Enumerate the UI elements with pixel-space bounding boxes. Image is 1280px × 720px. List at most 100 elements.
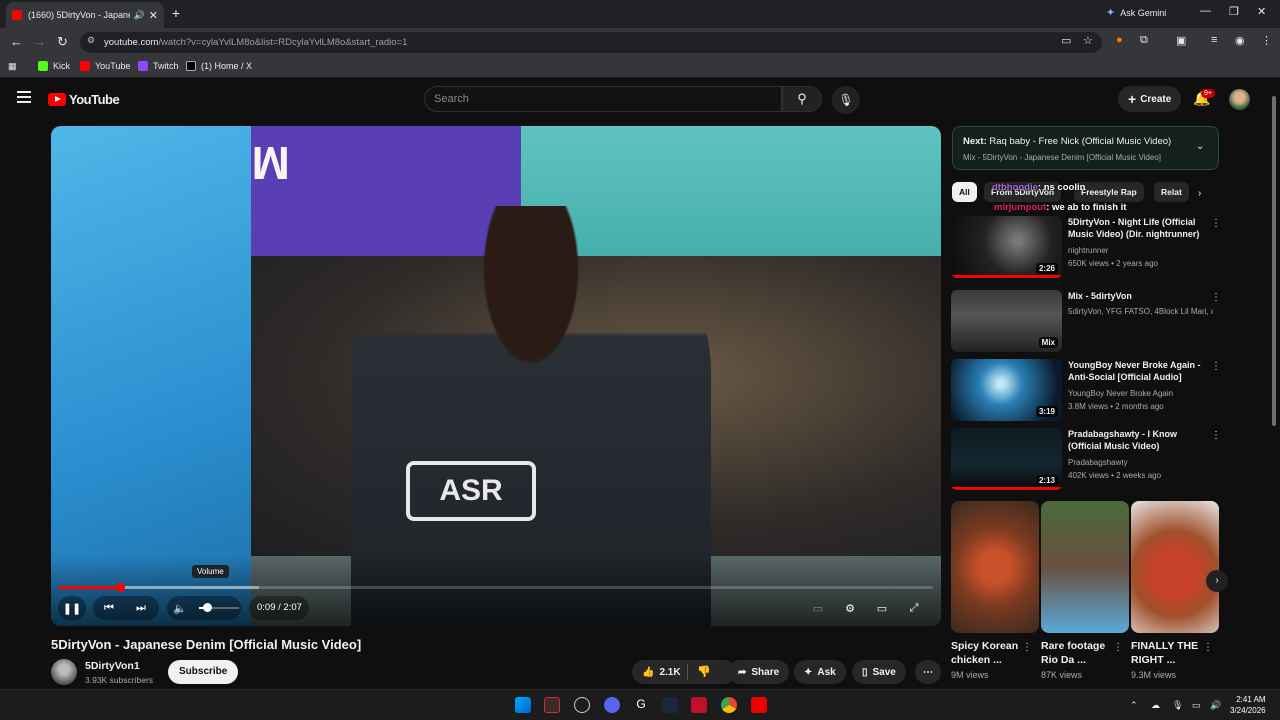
short-thumbnail[interactable] [951, 501, 1039, 633]
video-thumbnail[interactable]: 2:26 [951, 216, 1062, 278]
recommendation-item[interactable]: 2:26 5DirtyVon - Night Life (Official Mu… [951, 216, 1221, 278]
chevron-right-icon[interactable]: › [1198, 188, 1201, 199]
minimize-icon[interactable]: — [1200, 5, 1211, 17]
dislike-icon[interactable]: 👎 [697, 665, 711, 678]
new-tab-button[interactable]: + [168, 5, 184, 21]
bookmark-kick[interactable]: Kick [38, 61, 70, 71]
media-icon[interactable]: ≡ [1211, 34, 1217, 46]
page-scrollbar[interactable] [1271, 90, 1277, 680]
create-button[interactable]: + Create [1118, 86, 1182, 112]
captions-icon[interactable]: ▭ [807, 596, 829, 620]
more-vertical-icon[interactable]: ⋮ [1211, 430, 1221, 441]
microphone-tray-icon[interactable]: 🎙 [1172, 700, 1183, 711]
apps-grid-icon[interactable]: ▦ [8, 61, 17, 72]
channel-name[interactable]: 5DirtyVon1 [85, 660, 140, 672]
more-vertical-icon[interactable]: ⋮ [1211, 361, 1221, 372]
bookmark-x[interactable]: (1) Home / X [186, 61, 252, 71]
site-info-icon[interactable]: ⚙ [87, 35, 95, 46]
bookmark-youtube[interactable]: YouTube [80, 61, 130, 71]
more-vertical-icon[interactable]: ⋮ [1203, 642, 1213, 653]
speaker-icon[interactable]: 🔊 [134, 10, 145, 21]
back-icon[interactable]: ← [10, 34, 23, 49]
volume-handle[interactable] [203, 603, 212, 612]
youtube-logo[interactable]: YouTube [48, 92, 120, 107]
short-title[interactable]: Spicy Korean chicken ... [951, 639, 1021, 667]
network-icon[interactable]: ▭ [1192, 700, 1201, 711]
channel-avatar[interactable] [51, 659, 77, 685]
ask-gemini-button[interactable]: ✦ Ask Gemini [1106, 6, 1166, 19]
hamburger-menu-icon[interactable] [17, 91, 31, 106]
chevron-down-icon[interactable]: ⌄ [1196, 141, 1204, 152]
search-button[interactable]: ⚲ [782, 86, 822, 112]
steam-icon[interactable] [662, 697, 678, 713]
shorts-next-button[interactable]: › [1206, 570, 1228, 592]
address-bar[interactable]: ⚙ youtube.com /watch?v=cylaYvlLM8o&list=… [80, 32, 1102, 53]
bookmark-star-icon[interactable]: ☆ [1083, 34, 1093, 47]
tray-chevron-icon[interactable]: ⌃ [1130, 700, 1138, 711]
next-button[interactable]: ⏭ [129, 596, 153, 620]
system-clock[interactable]: 2:41 AM 3/24/2026 [1230, 694, 1266, 716]
share-button[interactable]: ➦ Share [728, 660, 790, 684]
recommendation-title[interactable]: Pradabagshawty - I Know (Official Music … [1068, 428, 1208, 452]
search-input[interactable]: Search [424, 86, 782, 112]
cast-icon[interactable]: ▭ [1061, 34, 1071, 47]
app-icon[interactable] [691, 697, 707, 713]
short-title[interactable]: FINALLY THE RIGHT ... [1131, 639, 1203, 667]
short-thumbnail[interactable] [1131, 501, 1219, 633]
tray-app-icon[interactable]: ☁ [1151, 700, 1160, 711]
extensions-puzzle-icon[interactable]: ⧉ [1140, 34, 1148, 47]
app-icon[interactable]: G [633, 697, 649, 713]
scrollbar-thumb[interactable] [1272, 96, 1276, 426]
recommendation-title[interactable]: 5DirtyVon - Night Life (Official Music V… [1068, 216, 1208, 240]
close-tab-icon[interactable]: ✕ [149, 9, 158, 22]
settings-gear-icon[interactable]: ⚙ [839, 596, 861, 620]
recommendation-item[interactable]: Mix Mix - 5dirtyVon 5dirtyVon, YFG FATSO… [951, 290, 1221, 352]
more-actions-button[interactable]: ⋯ [915, 660, 941, 684]
more-vertical-icon[interactable]: ⋮ [1113, 642, 1123, 653]
reload-icon[interactable]: ↻ [57, 34, 68, 50]
short-thumbnail[interactable] [1041, 501, 1129, 633]
video-thumbnail[interactable]: Mix [951, 290, 1062, 352]
progress-bar[interactable] [59, 583, 933, 592]
pause-button[interactable]: ❚❚ [58, 596, 86, 620]
app-icon[interactable] [751, 697, 767, 713]
active-tab[interactable]: (1660) 5DirtyVon - Japanese 🔊 ✕ [6, 2, 164, 28]
more-vertical-icon[interactable]: ⋮ [1211, 218, 1221, 229]
like-button[interactable]: 👍 2.1K [632, 660, 736, 684]
chrome-icon[interactable] [721, 697, 737, 713]
video-thumbnail[interactable]: 2:13 [951, 428, 1062, 490]
close-window-icon[interactable]: ✕ [1257, 5, 1266, 18]
video-thumbnail[interactable]: 3:19 [951, 359, 1062, 421]
bookmark-twitch[interactable]: Twitch [138, 61, 179, 71]
ask-button[interactable]: ✦ Ask [794, 660, 846, 684]
recommendation-title[interactable]: YoungBoy Never Broke Again - Anti-Social… [1068, 359, 1208, 383]
more-vertical-icon[interactable]: ⋮ [1022, 642, 1032, 653]
profile-icon[interactable]: ◉ [1235, 34, 1245, 47]
recommendation-item[interactable]: 3:19 YoungBoy Never Broke Again - Anti-S… [951, 359, 1221, 421]
more-vertical-icon[interactable]: ⋮ [1211, 292, 1221, 303]
app-icon[interactable] [574, 697, 590, 713]
speaker-tray-icon[interactable]: 🔊 [1210, 700, 1221, 711]
theater-mode-icon[interactable]: ▭ [871, 596, 893, 620]
previous-button[interactable]: ⏮ [97, 596, 121, 620]
discord-icon[interactable] [604, 697, 620, 713]
app-icon[interactable] [544, 697, 560, 713]
extension-icon[interactable]: ● [1116, 34, 1123, 46]
fullscreen-icon[interactable]: ⤢ [903, 596, 925, 620]
forward-icon[interactable]: → [33, 34, 46, 49]
restore-icon[interactable]: ❐ [1229, 5, 1239, 18]
voice-search-button[interactable]: 🎙 [832, 86, 860, 114]
mute-button[interactable]: 🔈 [169, 596, 191, 620]
playlist-next-panel[interactable]: Next: Raq baby - Free Nick (Official Mus… [952, 126, 1219, 170]
save-button[interactable]: ▯ Save [852, 660, 906, 684]
account-avatar[interactable] [1229, 89, 1250, 110]
recommendation-title[interactable]: Mix - 5dirtyVon [1068, 290, 1208, 302]
short-title[interactable]: Rare footage Rio Da ... [1041, 639, 1113, 667]
sidepanel-icon[interactable]: ▣ [1176, 34, 1186, 47]
recommendation-item[interactable]: 2:13 Pradabagshawty - I Know (Official M… [951, 428, 1221, 490]
chip-related[interactable]: Relat [1154, 182, 1189, 202]
chip-all[interactable]: All [952, 182, 977, 202]
start-windows-icon[interactable] [515, 697, 531, 713]
browser-menu-icon[interactable]: ⋮ [1261, 34, 1272, 47]
video-player[interactable]: MASS ASR Volume ❚❚ ⏮ ⏭ 🔈 0:09 / 2:07 ▭ ⚙… [51, 126, 941, 626]
